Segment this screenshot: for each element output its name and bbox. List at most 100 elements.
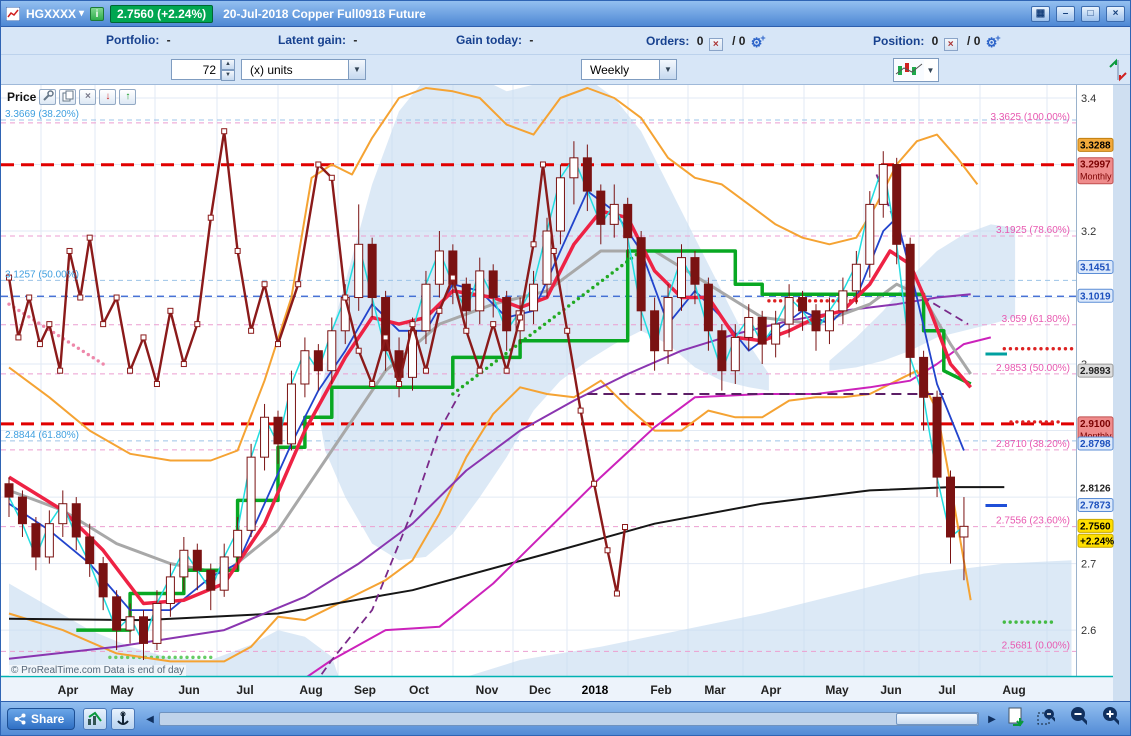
units-label: (x) units — [250, 62, 293, 77]
chevron-down-icon: ▼ — [926, 65, 935, 75]
sar-green-left — [179, 655, 183, 660]
sar-green-mid — [528, 333, 532, 337]
svg-text:+2.24%: +2.24% — [1080, 536, 1114, 547]
units-dropdown[interactable]: (x) units ▼ — [241, 59, 366, 80]
svg-text:3.059 (61.80%): 3.059 (61.80%) — [1002, 314, 1070, 325]
timeframe-dropdown[interactable]: Weekly ▼ — [581, 59, 677, 80]
svg-text:3.2997: 3.2997 — [1080, 160, 1111, 171]
candle-body — [502, 297, 512, 332]
x-axis-month-label: May — [110, 683, 134, 697]
chart-style-button[interactable]: ▼ — [893, 58, 939, 82]
sar-green-mid — [615, 267, 619, 271]
candle-body — [31, 523, 41, 558]
close-panel-icon[interactable]: × — [79, 89, 97, 105]
sar-green-mid — [470, 377, 474, 382]
sar-green-mid — [595, 282, 600, 286]
candle-body — [327, 330, 337, 372]
svg-text:2.8710 (38.20%): 2.8710 (38.20%) — [996, 439, 1070, 450]
sar-red-row — [778, 299, 783, 303]
sar-green-mid — [547, 318, 552, 323]
maximize-button[interactable]: □ — [1081, 5, 1100, 22]
candle-body — [44, 523, 54, 558]
sar-green-mid — [513, 344, 518, 349]
right-green-row — [1026, 620, 1030, 624]
right-red-row-1 — [1033, 347, 1037, 351]
candle-body — [354, 243, 364, 299]
candle-body — [206, 569, 216, 591]
candle-body — [475, 270, 485, 312]
orders-stat: Orders: 0 × / 0 ⚙+ — [646, 33, 766, 51]
move-panel-up-icon[interactable]: ↑ — [119, 89, 137, 105]
move-panel-down-icon[interactable]: ↓ — [99, 89, 117, 105]
candle-body — [623, 203, 633, 239]
gain-today-stat: Gain today: - — [456, 33, 533, 47]
candle-body — [219, 556, 229, 591]
stepper-up-icon[interactable]: ▲ — [221, 59, 235, 70]
candle-body — [273, 416, 283, 445]
candle-body — [663, 297, 673, 352]
candle-body — [824, 310, 834, 332]
sar-green-mid — [586, 289, 590, 293]
right-red-row-1 — [1020, 347, 1025, 351]
price-panel-toolbar: Price × ↓ ↑ — [7, 89, 137, 105]
sar-pink-left — [41, 324, 46, 328]
position-close-icon[interactable]: × — [943, 38, 958, 51]
share-label: Share — [31, 712, 65, 726]
sar-red-row — [819, 299, 824, 303]
chevron-down-icon: ▾ — [79, 8, 85, 19]
candle-body — [919, 356, 929, 398]
x-axis-month-label: Jul — [938, 683, 955, 697]
sar-green-left — [197, 655, 201, 660]
zoom-selection-button[interactable] — [1037, 708, 1055, 726]
sar-green-left — [173, 655, 177, 660]
svg-text:2.9100: 2.9100 — [1080, 419, 1111, 430]
stats-bar: Portfolio: - Latent gain: - Gain today: … — [1, 27, 1130, 55]
svg-text:3.3669 (38.20%): 3.3669 (38.20%) — [5, 109, 79, 120]
sar-pink-left — [81, 349, 86, 354]
scrollbar-thumb[interactable] — [896, 713, 978, 725]
zoom-in-button[interactable] — [1101, 707, 1119, 726]
sar-green-mid — [567, 304, 571, 308]
scroll-left-button[interactable]: ◀ — [141, 710, 159, 728]
candle-body — [286, 383, 296, 445]
candle-body — [878, 163, 888, 205]
periods-stepper[interactable]: ▲ ▼ — [221, 59, 235, 81]
svg-text:3.1019: 3.1019 — [1080, 291, 1111, 302]
app-window: HGXXXX ▾ i 2.7560 (+2.24%) 20-Jul-2018 C… — [0, 0, 1131, 736]
chart-scrollbar[interactable] — [159, 712, 979, 726]
candle-body — [340, 297, 350, 332]
info-icon[interactable]: i — [90, 6, 105, 21]
periods-input[interactable] — [171, 59, 221, 80]
candle-body — [757, 316, 767, 345]
orders-cancel-icon[interactable]: × — [708, 38, 723, 51]
scroll-right-button[interactable]: ▶ — [983, 710, 1001, 728]
indicator-settings-wrench-icon[interactable] — [39, 89, 57, 105]
right-green-row — [1020, 620, 1024, 624]
right-red-row-2 — [1026, 420, 1031, 424]
close-button[interactable]: × — [1106, 5, 1125, 22]
right-red-row-1 — [1057, 347, 1062, 351]
keyboard-icon[interactable]: ▦ — [1031, 5, 1050, 22]
symbol-dropdown[interactable]: HGXXXX ▾ — [26, 7, 84, 21]
right-green-row — [1032, 620, 1036, 624]
svg-text:2.9853 (50.00%): 2.9853 (50.00%) — [996, 363, 1070, 374]
chart-objects-button[interactable] — [83, 708, 107, 730]
duplicate-panel-icon[interactable] — [59, 89, 77, 105]
x-axis-month-label: Jun — [178, 683, 199, 697]
long-short-arrows-icon[interactable] — [1107, 57, 1129, 86]
price-tool-button[interactable] — [111, 708, 135, 730]
candle-body — [488, 270, 498, 299]
share-button[interactable]: Share — [7, 708, 76, 730]
candle-body — [434, 250, 444, 285]
sar-green-mid — [460, 384, 465, 389]
right-green-row — [1002, 620, 1006, 624]
y-axis-tick: 3.4 — [1081, 93, 1096, 105]
zoom-out-button[interactable] — [1069, 707, 1087, 726]
candle-body — [784, 297, 794, 325]
stepper-down-icon[interactable]: ▼ — [221, 70, 235, 81]
minimize-button[interactable]: – — [1056, 5, 1075, 22]
svg-text:2.9893: 2.9893 — [1080, 366, 1111, 377]
detach-export-button[interactable] — [1007, 707, 1025, 727]
right-red-row-1 — [1063, 347, 1068, 351]
bottom-toolbar: Share ◀ ▶ — [1, 701, 1130, 735]
